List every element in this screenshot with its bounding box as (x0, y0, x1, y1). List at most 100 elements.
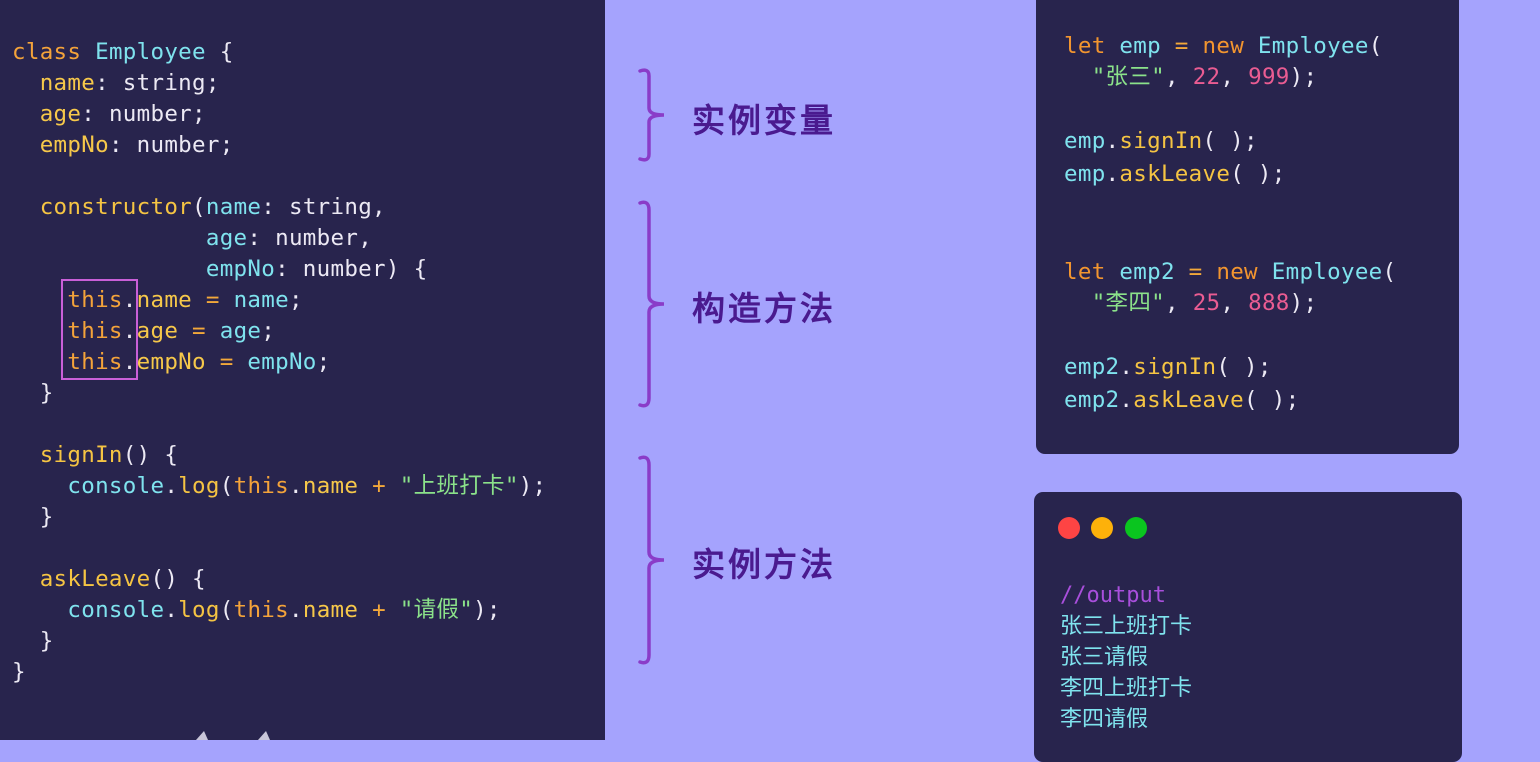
code-line-close: } (12, 626, 546, 657)
prop-name: name (302, 597, 359, 623)
this-keyword: this (233, 473, 289, 499)
code-line-method-decl: signIn() { (39, 442, 179, 468)
output-line: 李四请假 (1060, 707, 1149, 732)
window-minimize-dot[interactable] (1091, 517, 1113, 539)
code-line-instantiation: let emp2 = new Employee( (1064, 259, 1397, 285)
field-name: name (39, 70, 96, 96)
let-keyword: let (1064, 33, 1106, 59)
label-instance-variables: 实例变量 (692, 101, 836, 140)
code-line-close: } (12, 502, 546, 533)
brace-icon (638, 68, 665, 162)
brace-open: { (205, 39, 234, 65)
number-literal: 22 (1192, 64, 1221, 90)
constructor-keyword: constructor (39, 194, 193, 220)
var-name: emp (1064, 128, 1106, 154)
field-type: number (108, 101, 193, 127)
param-end: , (372, 194, 386, 220)
code-line-method-decl: askLeave() { (39, 566, 206, 592)
code-line-call: emp.signIn( ); (1064, 128, 1258, 154)
param-end: ) { (385, 256, 428, 282)
assign-value: empNo (247, 349, 317, 375)
param-name: age (205, 225, 248, 251)
label-instance-methods: 实例方法 (692, 545, 836, 584)
var-name: emp2 (1119, 259, 1175, 285)
console-object: console (67, 597, 165, 623)
code-line-method-body: console.log(this.name + "请假"); (67, 597, 501, 623)
method-close: } (39, 628, 54, 654)
this-keyword: this (233, 597, 289, 623)
window-maximize-dot[interactable] (1125, 517, 1147, 539)
assign-prop: name (136, 287, 193, 313)
number-literal: 999 (1248, 64, 1290, 90)
assign-prop: age (136, 318, 179, 344)
code-line-class-close: } (12, 657, 546, 688)
class-name: Employee (95, 39, 206, 65)
string-literal: "张三" (1091, 64, 1165, 90)
code-line-instantiation: let emp = new Employee( (1064, 33, 1383, 59)
param-end: , (358, 225, 373, 251)
var-name: emp2 (1064, 387, 1120, 413)
cutoff-glyph (258, 731, 270, 740)
string-literal: "上班打卡" (399, 473, 519, 499)
log-call: log (178, 597, 220, 623)
this-highlight-box (61, 279, 138, 380)
code-line-call: emp2.askLeave( ); (1064, 387, 1300, 413)
method-call: signIn (1119, 128, 1203, 154)
var-name: emp (1064, 161, 1106, 187)
code-line-args: "张三", 22, 999); (1091, 64, 1318, 90)
code-line-field: empNo: number; (39, 132, 234, 158)
output-text: //output 张三上班打卡 张三请假 李四上班打卡 李四请假 (1060, 580, 1192, 735)
output-comment: //output (1060, 583, 1166, 608)
label-constructor: 构造方法 (692, 289, 836, 328)
string-literal: "李四" (1091, 290, 1165, 316)
code-line-call: emp2.signIn( ); (1064, 354, 1272, 380)
assign-value: age (219, 318, 262, 344)
number-literal: 25 (1192, 290, 1221, 316)
field-type: number (136, 132, 220, 158)
keyword-class: class (12, 39, 82, 65)
code-line-field: age: number; (39, 101, 206, 127)
method-call: askLeave (1133, 387, 1245, 413)
param-type: number (275, 225, 359, 251)
class-close: } (12, 659, 26, 685)
assign-value: name (233, 287, 289, 313)
brace-icon (638, 200, 665, 408)
number-literal: 888 (1248, 290, 1290, 316)
cutoff-glyph (196, 731, 208, 740)
method-close: } (39, 504, 54, 530)
code-line-method-body: console.log(this.name + "上班打卡"); (67, 473, 547, 499)
param-name: empNo (205, 256, 276, 282)
var-name: emp2 (1064, 354, 1120, 380)
code-line-args: "李四", 25, 888); (1091, 290, 1318, 316)
var-name: emp (1119, 33, 1161, 59)
usage-code-block: let emp = new Employee( "张三", 22, 999); … (1064, 31, 1396, 416)
class-name: Employee (1271, 259, 1383, 285)
param-type: number (302, 256, 386, 282)
method-name: askLeave (39, 566, 151, 592)
field-name: empNo (39, 132, 109, 158)
constructor-close: } (39, 380, 54, 406)
field-type: string (122, 70, 206, 96)
window-close-dot[interactable] (1058, 517, 1080, 539)
let-keyword: let (1064, 259, 1106, 285)
method-name: signIn (39, 442, 123, 468)
code-line-field: name: string; (39, 70, 220, 96)
string-literal: "请假" (399, 597, 474, 623)
output-line: 张三上班打卡 (1060, 614, 1193, 639)
new-keyword: new (1202, 33, 1245, 59)
log-call: log (178, 473, 220, 499)
console-object: console (67, 473, 165, 499)
assign-prop: empNo (136, 349, 206, 375)
code-line-close: } (12, 378, 546, 409)
param-type: string (288, 194, 373, 220)
method-call: signIn (1133, 354, 1217, 380)
method-call: askLeave (1119, 161, 1231, 187)
code-line-call: emp.askLeave( ); (1064, 161, 1286, 187)
